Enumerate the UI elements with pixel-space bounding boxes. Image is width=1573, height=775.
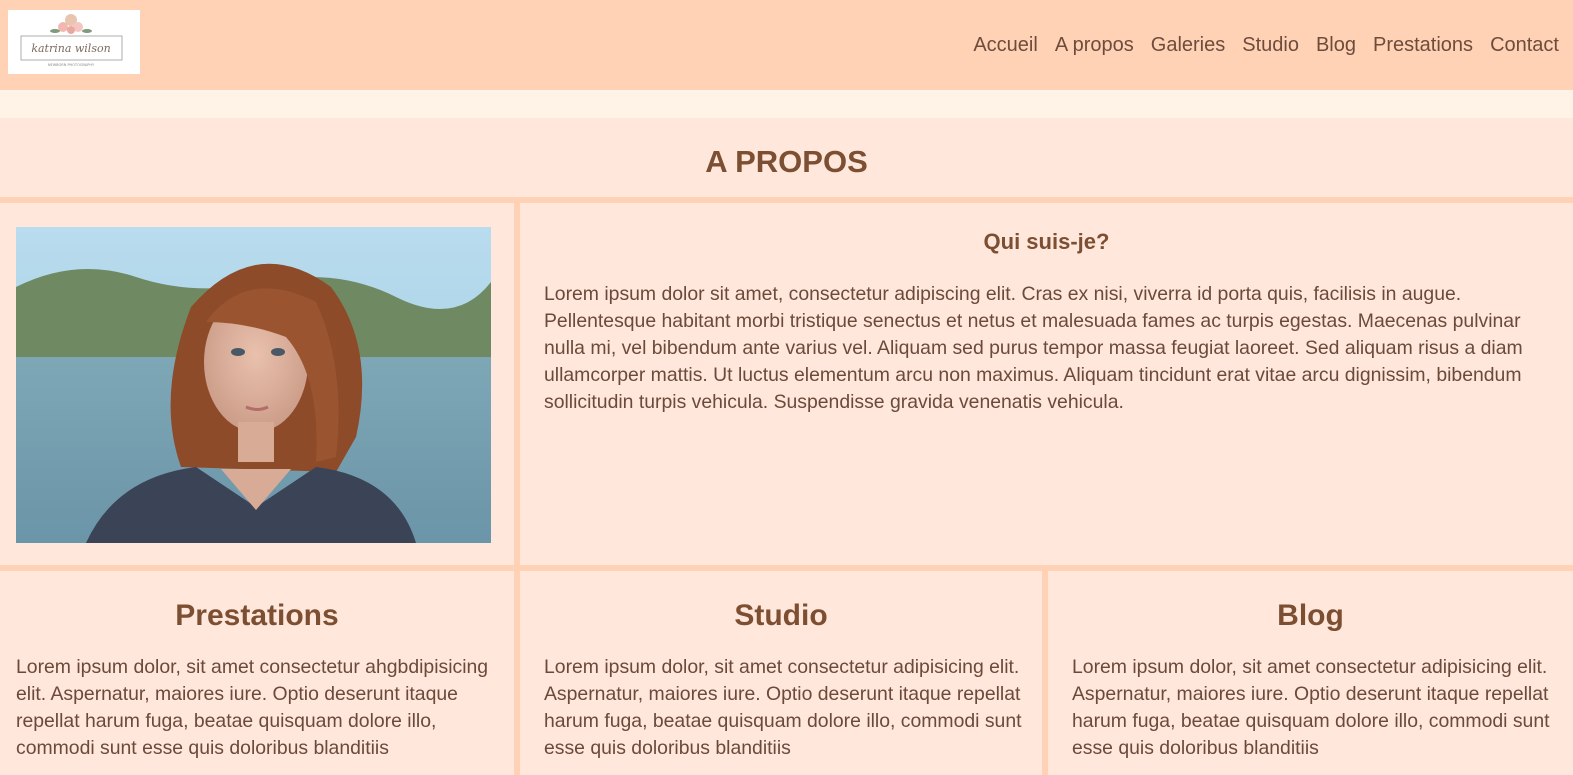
card-heading: Prestations xyxy=(175,599,339,632)
nav-galeries[interactable]: Galeries xyxy=(1151,33,1225,57)
page-title-section: A PROPOS xyxy=(0,118,1573,197)
card-prestations: Prestations Lorem ipsum dolor, sit amet … xyxy=(0,571,514,775)
site-header: katrina wilson NEWBORN PHOTOGRAPHY Accue… xyxy=(0,0,1573,90)
card-text: Lorem ipsum dolor, sit amet consectetur … xyxy=(1072,656,1550,759)
logo-name: katrina wilson xyxy=(31,42,110,55)
card-studio: Studio Lorem ipsum dolor, sit amet conse… xyxy=(520,571,1042,775)
page-title: A PROPOS xyxy=(705,144,868,179)
about-text: Lorem ipsum dolor sit amet, consectetur … xyxy=(544,283,1523,413)
portrait-photo xyxy=(16,227,491,543)
nav-prestations[interactable]: Prestations xyxy=(1373,33,1473,57)
about-section: Qui suis-je? Lorem ipsum dolor sit amet,… xyxy=(520,203,1573,565)
logo-tagline: NEWBORN PHOTOGRAPHY xyxy=(48,63,95,67)
nav-a-propos[interactable]: A propos xyxy=(1055,33,1134,57)
portrait-section xyxy=(0,203,514,565)
card-heading: Studio xyxy=(734,599,828,632)
card-text: Lorem ipsum dolor, sit amet consectetur … xyxy=(16,656,489,759)
nav-contact[interactable]: Contact xyxy=(1490,33,1559,57)
card-heading: Blog xyxy=(1277,599,1344,632)
about-heading: Qui suis-je? xyxy=(983,229,1110,254)
card-text: Lorem ipsum dolor, sit amet consectetur … xyxy=(544,656,1022,759)
nav-blog[interactable]: Blog xyxy=(1316,33,1356,57)
nav-accueil[interactable]: Accueil xyxy=(973,33,1037,57)
logo-image: katrina wilson NEWBORN PHOTOGRAPHY xyxy=(8,10,140,74)
header-divider-strip xyxy=(0,90,1573,118)
site-logo[interactable]: katrina wilson NEWBORN PHOTOGRAPHY xyxy=(8,10,140,74)
main-nav: Accueil A propos Galeries Studio Blog Pr… xyxy=(973,33,1559,57)
card-blog: Blog Lorem ipsum dolor, sit amet consect… xyxy=(1048,571,1573,775)
nav-studio[interactable]: Studio xyxy=(1242,33,1299,57)
